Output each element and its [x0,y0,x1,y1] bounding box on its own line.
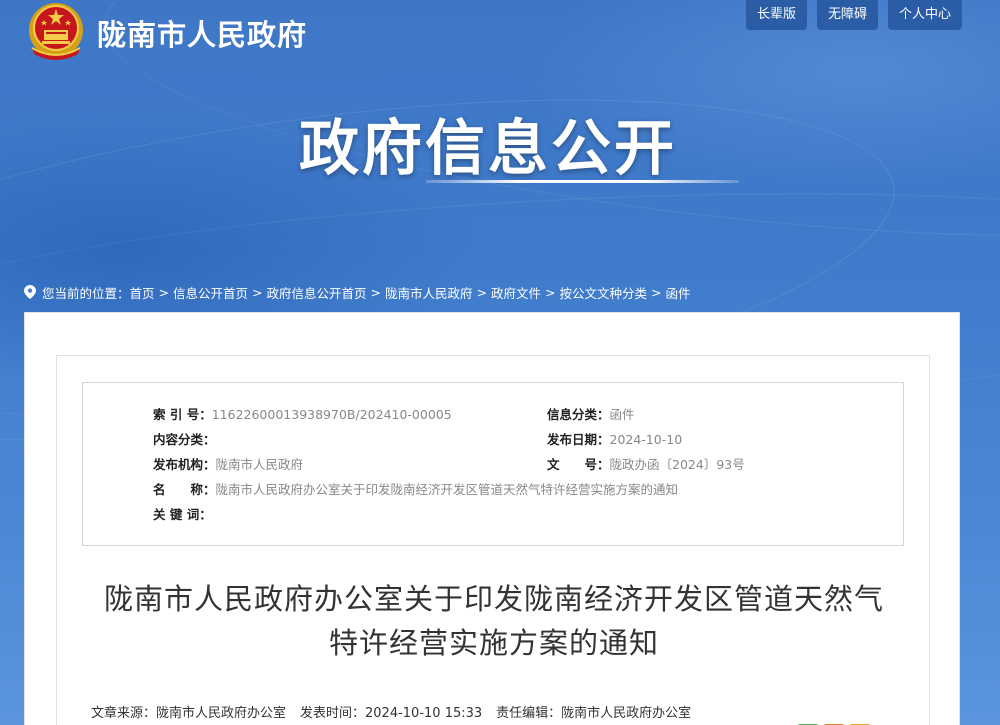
info-content-category: 内容分类： [153,432,216,447]
article-time: 发表时间：2024-10-10 15:33 [300,706,483,721]
site-name[interactable]: 陇南市人民政府 [97,12,307,54]
info-index-value: 11622600013938970B/202410-00005 [211,407,452,422]
personal-center-button[interactable]: 个人中心 [887,0,962,30]
top-toolbar: 长辈版 无障碍 个人中心 [745,0,962,30]
breadcrumb-separator: > [476,284,488,300]
info-keywords: 关 键 词： [153,507,212,522]
document-info-box: 索 引 号：11622600013938970B/202410-00005 信息… [82,382,904,546]
breadcrumb-info-home[interactable]: 信息公开首页 [173,283,248,302]
info-index: 索 引 号：11622600013938970B/202410-00005 [153,407,452,422]
article-meta: 文章来源：陇南市人民政府办公室 发表时间：2024-10-10 15:33 责任编辑… [91,702,691,721]
breadcrumb-separator: > [651,284,662,300]
accessibility-button[interactable]: 无障碍 [816,0,878,30]
breadcrumb-gov-info-home[interactable]: 政府信息公开首页 [267,283,367,302]
hero-underline [426,180,739,183]
article-container: 索 引 号：11622600013938970B/202410-00005 信息… [56,355,930,725]
article-editor: 责任编辑：陇南市人民政府办公室 [496,706,692,721]
article-title-line-2: 特许经营实施方案的通知 [328,626,659,660]
info-date-value: 2024-10-10 [609,432,683,447]
location-pin-icon [24,285,36,299]
info-date: 发布日期：2024-10-10 [547,432,683,447]
breadcrumb-city-gov[interactable]: 陇南市人民政府 [385,283,473,302]
breadcrumb-gov-docs[interactable]: 政府文件 [491,283,541,302]
info-name-value: 陇南市人民政府办公室关于印发陇南经济开发区管道天然气特许经营实施方案的通知 [215,482,679,497]
national-emblem-icon[interactable] [24,0,88,62]
info-doc-number: 文 号：陇政办函〔2024〕93号 [547,457,745,472]
breadcrumb-separator: > [545,284,556,300]
info-name: 名 称：陇南市人民政府办公室关于印发陇南经济开发区管道天然气特许经营实施方案的通… [153,482,679,497]
breadcrumb-separator: > [158,284,170,300]
info-doc-number-value: 陇政办函〔2024〕93号 [609,457,745,472]
info-org: 发布机构：陇南市人民政府 [153,457,304,472]
article-source: 文章来源：陇南市人民政府办公室 [91,706,287,721]
content-panel: 索 引 号：11622600013938970B/202410-00005 信息… [24,312,960,725]
breadcrumb-doc-type[interactable]: 按公文文种分类 [560,283,648,302]
breadcrumb-prefix: 您当前的位置： [42,285,130,301]
info-category: 信息分类：函件 [547,407,635,422]
breadcrumb-separator: > [370,284,382,300]
breadcrumb-home[interactable]: 首页 [130,283,155,302]
elder-mode-button[interactable]: 长辈版 [745,0,807,30]
hero-title: 政府信息公开 [299,114,677,184]
info-org-value: 陇南市人民政府 [215,457,304,472]
breadcrumb: 您当前的位置： 首页 > 信息公开首页 > 政府信息公开首页 > 陇南市人民政府… [24,283,691,301]
breadcrumb-current[interactable]: 函件 [666,283,691,302]
info-category-value: 函件 [609,407,635,422]
article-title-line-1: 陇南市人民政府办公室关于印发陇南经济开发区管道天然气 [103,582,884,616]
breadcrumb-separator: > [252,284,263,300]
